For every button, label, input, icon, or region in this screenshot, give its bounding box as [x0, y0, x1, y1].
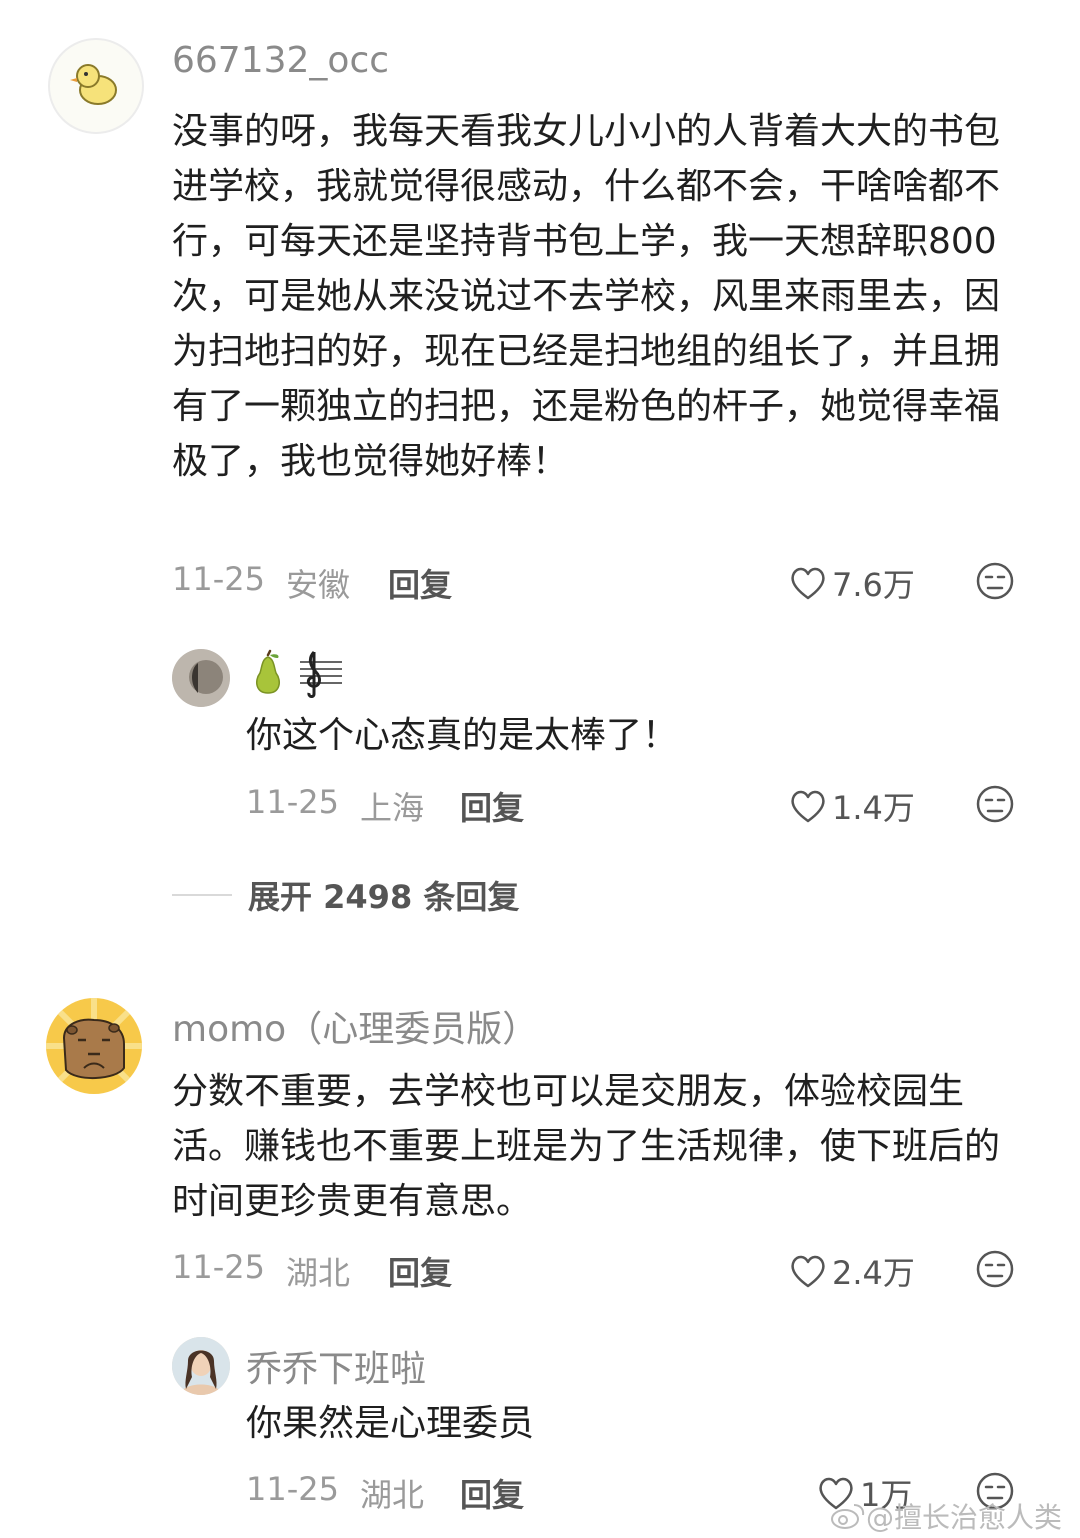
- watermark-text: @擅长治愈人类: [866, 1501, 1063, 1534]
- reply-date: 11-25: [246, 783, 339, 821]
- comment-date: 11-25: [172, 1248, 265, 1286]
- expand-replies-button[interactable]: 展开 2498 条回复: [172, 872, 519, 918]
- like-count: 1.4万: [832, 789, 915, 827]
- portrait-photo-icon: [172, 1337, 230, 1395]
- comment-text: 分数不重要，去学校也可以是交朋友，体验校园生活。赚钱也不重要上班是为了生活规律，…: [172, 1071, 1001, 1222]
- watermark: @擅长治愈人类: [830, 1496, 1062, 1536]
- reply-username[interactable]: [248, 648, 344, 698]
- avatar[interactable]: [172, 1337, 230, 1395]
- divider: [172, 894, 232, 896]
- moon-portrait-icon: [172, 649, 230, 707]
- dislike-button[interactable]: [975, 561, 1015, 605]
- reply-text: 你这个心态真的是太棒了！: [246, 715, 679, 756]
- like-count: 7.6万: [832, 566, 915, 604]
- duck-icon: [70, 64, 117, 105]
- unhappy-face-icon: [976, 1250, 1014, 1288]
- like-button[interactable]: 7.6万: [788, 560, 915, 606]
- heart-icon: [791, 567, 825, 600]
- avatar[interactable]: [172, 649, 230, 707]
- reply-button[interactable]: 回复: [460, 783, 524, 829]
- heart-icon: [791, 790, 825, 823]
- capybara-icon: [46, 998, 142, 1083]
- like-button[interactable]: 2.4万: [788, 1248, 915, 1294]
- unhappy-face-icon: [976, 785, 1014, 823]
- dislike-button[interactable]: [975, 784, 1015, 828]
- comment-location: 安徽: [286, 566, 351, 604]
- expand-replies-label: 展开 2498 条回复: [248, 878, 520, 916]
- comment-text: 没事的呀，我每天看我女儿小小的人背着大大的书包进学校，我就觉得很感动，什么都不会…: [172, 111, 1001, 482]
- pear-icon: [255, 649, 281, 694]
- reply-button[interactable]: 回复: [388, 560, 452, 606]
- comment-username[interactable]: momo（心理委员版）: [172, 1000, 538, 1052]
- reply-button[interactable]: 回复: [388, 1248, 452, 1294]
- reply-button[interactable]: 回复: [460, 1470, 524, 1516]
- avatar[interactable]: [46, 998, 142, 1094]
- weibo-logo-icon: [831, 1504, 865, 1529]
- comment-username[interactable]: 667132_occ: [172, 40, 389, 81]
- comment-location: 湖北: [286, 1254, 351, 1292]
- avatar[interactable]: [48, 38, 144, 134]
- like-count: 2.4万: [832, 1254, 915, 1292]
- reply-location: 上海: [360, 789, 425, 827]
- comment-date: 11-25: [172, 560, 265, 598]
- heart-icon: [791, 1255, 825, 1288]
- treble-clef-icon: [300, 650, 342, 698]
- like-button[interactable]: 1.4万: [788, 783, 915, 829]
- unhappy-face-icon: [976, 562, 1014, 600]
- reply-date: 11-25: [246, 1470, 339, 1508]
- reply-username[interactable]: 乔乔下班啦: [246, 1340, 426, 1392]
- reply-location: 湖北: [360, 1476, 425, 1514]
- reply-text: 你果然是心理委员: [246, 1403, 535, 1444]
- dislike-button[interactable]: [975, 1249, 1015, 1293]
